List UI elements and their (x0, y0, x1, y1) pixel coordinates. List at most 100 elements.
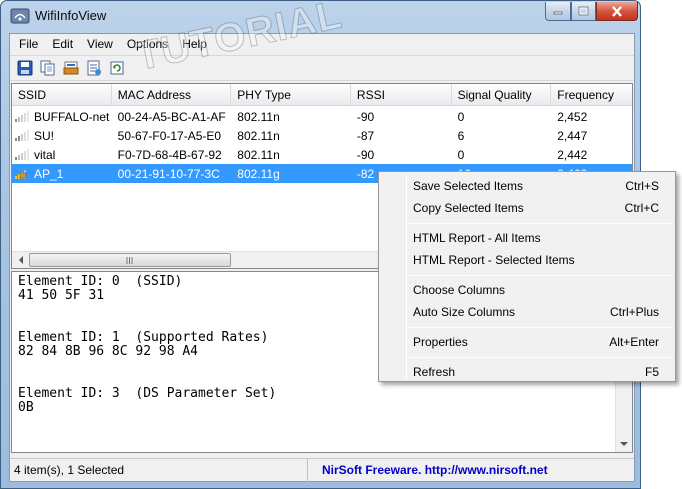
close-icon (612, 5, 622, 17)
menu-save-selected-items[interactable]: Save Selected Items Ctrl+S (382, 175, 672, 197)
toolbar (10, 55, 634, 81)
signal-lock-icon (15, 170, 27, 179)
menu-label: Choose Columns (413, 283, 506, 297)
save-icon (17, 60, 33, 76)
cell-mac: 00-21-91-10-77-3C (117, 167, 220, 181)
menu-label: HTML Report - All Items (413, 231, 541, 245)
cell-quality: 0 (457, 148, 465, 162)
menu-separator (409, 275, 673, 276)
title-bar[interactable]: WifiInfoView (1, 1, 640, 31)
menu-shortcut: F5 (644, 365, 659, 379)
cell-phy: 802.11n (237, 110, 280, 124)
maximize-icon (578, 6, 589, 16)
cell-phy: 802.11g (237, 167, 280, 181)
ssid-text: AP_1 (34, 167, 64, 181)
column-header-signal-quality[interactable]: Signal Quality (452, 84, 552, 106)
html-report-button[interactable] (60, 57, 82, 79)
status-bar: 4 item(s), 1 Selected NirSoft Freeware. … (10, 458, 634, 482)
scroll-left-button[interactable] (12, 252, 29, 268)
close-button[interactable] (596, 2, 638, 21)
menu-copy-selected-items[interactable]: Copy Selected Items Ctrl+C (382, 197, 672, 219)
list-header: SSID MAC Address PHY Type RSSI Signal Qu… (12, 84, 632, 106)
details-text: Element ID: 0 (SSID) 41 50 5F 31 Element … (18, 275, 276, 415)
refresh-icon (110, 61, 124, 75)
menu-view[interactable]: View (80, 34, 120, 54)
horizontal-scroll-thumb[interactable] (29, 253, 231, 267)
maximize-button[interactable] (571, 2, 596, 21)
menu-shortcut: Ctrl+Plus (609, 305, 659, 319)
scroll-down-button[interactable] (616, 435, 632, 452)
save-button[interactable] (14, 57, 36, 79)
grip-icon (126, 256, 133, 264)
table-row[interactable]: vital F0-7D-68-4B-67-92 802.11n -90 0 2,… (12, 145, 632, 164)
menu-refresh[interactable]: Refresh F5 (382, 361, 672, 383)
menu-options[interactable]: Options (120, 34, 175, 54)
cell-frequency: 2,447 (557, 129, 588, 143)
details-line (18, 373, 276, 387)
cell-phy: 802.11n (237, 148, 280, 162)
cell-rssi: -87 (356, 129, 375, 143)
column-header-frequency[interactable]: Frequency (551, 84, 632, 106)
menu-label: Save Selected Items (413, 179, 524, 193)
cell-quality: 0 (457, 110, 465, 124)
menu-html-report-selected[interactable]: HTML Report - Selected Items (382, 249, 672, 271)
cell-quality: 6 (457, 129, 465, 143)
menu-separator (409, 327, 673, 328)
cell-ssid: vital (12, 145, 112, 164)
menu-edit[interactable]: Edit (45, 34, 80, 54)
column-header-rssi[interactable]: RSSI (351, 84, 452, 106)
cell-ssid: BUFFALO-net (12, 107, 112, 126)
menu-separator (409, 223, 673, 224)
cell-mac: 00-24-A5-BC-A1-AF (117, 110, 226, 124)
menu-separator (409, 357, 673, 358)
ssid-text: BUFFALO-net (34, 110, 110, 124)
menu-file[interactable]: File (12, 34, 45, 54)
item-count-status: 4 item(s), 1 Selected (10, 459, 308, 482)
table-row[interactable]: BUFFALO-net 00-24-A5-BC-A1-AF 802.11n -9… (12, 107, 632, 126)
menu-label: Refresh (413, 365, 456, 379)
html-report-icon (63, 61, 79, 75)
column-header-mac[interactable]: MAC Address (112, 84, 232, 106)
details-line (18, 303, 276, 317)
context-menu: Save Selected Items Ctrl+S Copy Selected … (378, 171, 676, 382)
menu-label: Properties (413, 335, 468, 349)
menu-properties[interactable]: Properties Alt+Enter (382, 331, 672, 353)
cell-ssid: AP_1 (12, 164, 112, 183)
refresh-button[interactable] (106, 57, 128, 79)
nirsoft-link[interactable]: NirSoft Freeware. http://www.nirsoft.net (308, 459, 548, 482)
details-line: Element ID: 0 (SSID) (18, 274, 183, 289)
properties-icon (87, 60, 101, 76)
menu-shortcut: Ctrl+C (624, 201, 659, 215)
details-line: 41 50 5F 31 (18, 288, 105, 303)
cell-rssi: -90 (356, 110, 375, 124)
signal-weak-icon (15, 111, 29, 122)
details-line: Element ID: 1 (Supported Rates) (18, 330, 269, 345)
table-row[interactable]: SU! 50-67-F0-17-A5-E0 802.11n -87 6 2,44… (12, 126, 632, 145)
details-line (18, 317, 276, 331)
copy-button[interactable] (37, 57, 59, 79)
menu-choose-columns[interactable]: Choose Columns (382, 279, 672, 301)
column-header-ssid[interactable]: SSID (12, 84, 112, 106)
cell-mac: F0-7D-68-4B-67-92 (117, 148, 222, 162)
cell-mac: 50-67-F0-17-A5-E0 (117, 129, 222, 143)
ssid-text: SU! (34, 129, 55, 143)
ssid-text: vital (34, 148, 56, 162)
wifi-app-icon (10, 8, 30, 24)
menu-shortcut: Ctrl+S (625, 179, 659, 193)
minimize-button[interactable] (545, 2, 571, 21)
menu-help[interactable]: Help (175, 34, 214, 54)
cell-rssi: -90 (356, 148, 375, 162)
properties-button[interactable] (83, 57, 105, 79)
menu-auto-size-columns[interactable]: Auto Size Columns Ctrl+Plus (382, 301, 672, 323)
minimize-icon (553, 11, 563, 15)
column-header-phy[interactable]: PHY Type (231, 84, 351, 106)
signal-weak-icon (15, 130, 29, 141)
cell-ssid: SU! (12, 126, 112, 145)
menu-bar: File Edit View Options Help (10, 34, 634, 54)
details-line (18, 359, 276, 373)
details-line: 82 84 8B 96 8C 92 98 A4 (18, 344, 199, 359)
details-line: 0B (18, 400, 34, 415)
menu-label: HTML Report - Selected Items (413, 253, 575, 267)
menu-html-report-all[interactable]: HTML Report - All Items (382, 227, 672, 249)
signal-weak-icon (15, 149, 29, 160)
